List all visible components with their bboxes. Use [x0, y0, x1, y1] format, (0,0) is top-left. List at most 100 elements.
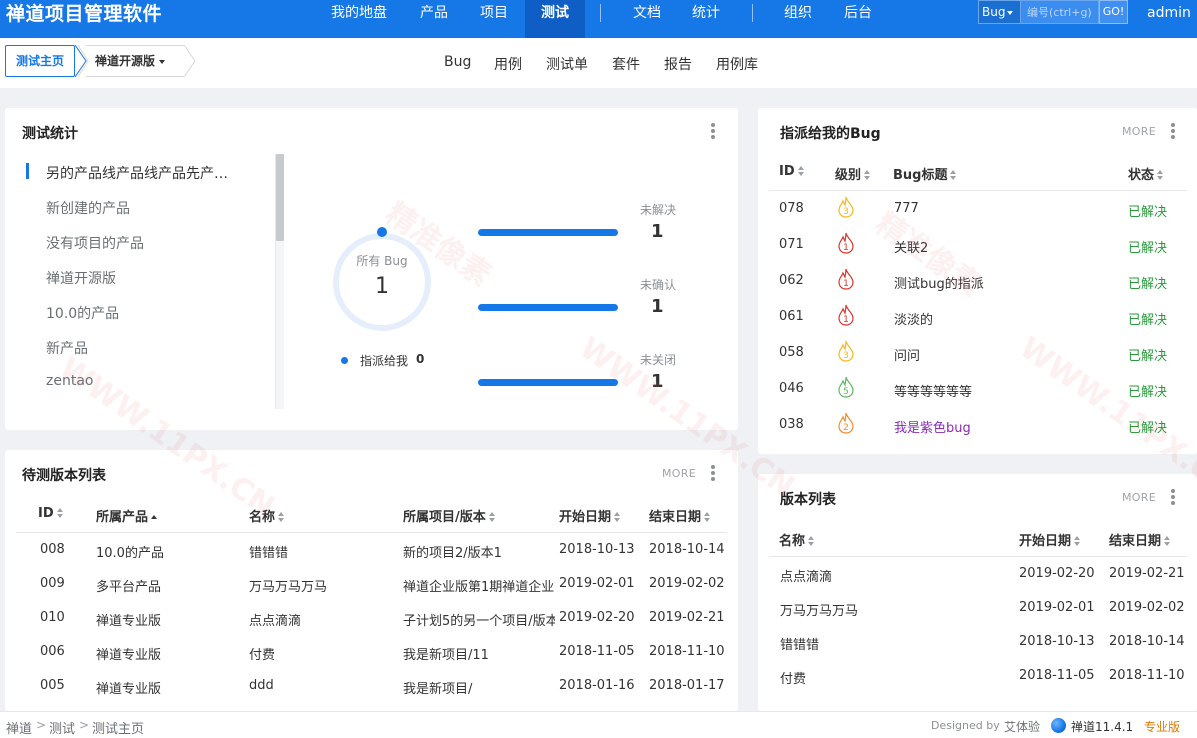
table-cell-link[interactable]: 子计划5的另一个项目/版本: [403, 610, 555, 629]
column-header-project[interactable]: 所属项目/版本: [403, 506, 496, 525]
bug-title-link[interactable]: 等等等等等等: [894, 381, 1114, 400]
crumb-separator-icon: >: [79, 718, 90, 732]
bug-title-link[interactable]: 问问: [894, 345, 1114, 364]
column-header-begin[interactable]: 开始日期: [559, 506, 621, 525]
version-link[interactable]: 禅道11.4.1: [1071, 718, 1133, 735]
product-list-item[interactable]: 10.0的产品: [46, 303, 119, 323]
more-options-icon[interactable]: [1171, 123, 1175, 139]
sort-icon: [704, 512, 711, 523]
product-list-item[interactable]: zentao: [46, 373, 93, 389]
designer-link[interactable]: 艾体验: [1004, 718, 1040, 735]
subnav-bug[interactable]: Bug: [444, 54, 471, 70]
nav-admin[interactable]: 后台: [832, 0, 884, 38]
zentao-logo-icon: [1051, 718, 1066, 733]
search-input[interactable]: [1021, 0, 1099, 24]
search-type-select[interactable]: Bug: [978, 0, 1021, 24]
severity-flame-icon: 1: [838, 304, 854, 326]
table-cell-link[interactable]: 禅道企业版第1期禅道企业: [403, 576, 555, 595]
stat-bar-unresolved: [478, 229, 618, 236]
table-cell-link[interactable]: 点点滴滴: [249, 610, 399, 629]
test-home-tab[interactable]: 测试主页: [5, 45, 75, 77]
column-header-name[interactable]: 名称: [249, 506, 285, 525]
stat-value[interactable]: 1: [651, 221, 664, 242]
column-header-status[interactable]: 状态: [1128, 164, 1164, 183]
column-header-end[interactable]: 结束日期: [1109, 530, 1171, 549]
brand-logo-text[interactable]: 禅道项目管理软件: [6, 2, 162, 26]
column-header-product[interactable]: 所属产品: [96, 506, 158, 525]
nav-doc[interactable]: 文档: [621, 0, 673, 38]
search-type-label: Bug: [982, 5, 1006, 19]
sort-icon: [56, 508, 64, 519]
bug-id: 058: [779, 345, 804, 360]
column-header-title[interactable]: Bug标题: [893, 164, 957, 183]
go-button[interactable]: GO!: [1099, 0, 1128, 24]
nav-divider: [600, 4, 601, 22]
bug-title-link[interactable]: 我是紫色bug: [894, 417, 1114, 436]
subnav-caselib[interactable]: 用例库: [716, 54, 758, 74]
table-cell-link[interactable]: 万马万马万马: [249, 576, 399, 595]
nav-my[interactable]: 我的地盘: [318, 0, 400, 38]
product-list-item[interactable]: 新创建的产品: [46, 198, 130, 218]
more-link[interactable]: MORE: [662, 467, 696, 480]
table-cell-link[interactable]: 新的项目2/版本1: [403, 542, 555, 561]
subnav-suite[interactable]: 套件: [612, 54, 640, 74]
table-cell-link[interactable]: 付费: [249, 644, 399, 663]
product-list-item[interactable]: 新产品: [46, 338, 88, 358]
column-header-name[interactable]: 名称: [779, 530, 815, 549]
more-options-icon[interactable]: [711, 123, 715, 139]
build-name-link[interactable]: 点点滴滴: [780, 566, 832, 585]
subnav-case[interactable]: 用例: [494, 54, 522, 74]
nav-product[interactable]: 产品: [408, 0, 460, 38]
table-cell: 006: [40, 644, 65, 659]
stat-value[interactable]: 1: [651, 371, 664, 392]
table-cell: 多平台产品: [96, 580, 162, 595]
footer-crumb[interactable]: 禅道: [6, 718, 32, 737]
table-cell-link[interactable]: 我是新项目/: [403, 678, 555, 697]
build-name-link[interactable]: 错错错: [780, 634, 819, 653]
more-link[interactable]: MORE: [1122, 491, 1156, 504]
subnav-testtask[interactable]: 测试单: [546, 54, 588, 74]
bug-title-link[interactable]: 淡淡的: [894, 309, 1114, 328]
build-name-link[interactable]: 万马万马万马: [780, 600, 858, 619]
nav-test[interactable]: 测试: [525, 0, 585, 38]
bug-title-link[interactable]: 测试bug的指派: [894, 273, 1114, 292]
nav-report[interactable]: 统计: [680, 0, 732, 38]
sort-asc-icon: [151, 512, 158, 523]
table-cell-link[interactable]: 我是新项目/11: [403, 644, 555, 663]
more-options-icon[interactable]: [711, 465, 715, 481]
edition-label: 专业版: [1144, 720, 1181, 734]
table-cell-link[interactable]: ddd: [249, 678, 399, 693]
table-cell: 2018-11-05: [1019, 668, 1095, 683]
status-badge: 已解决: [1128, 421, 1168, 436]
column-header-id[interactable]: ID: [38, 506, 64, 521]
user-menu[interactable]: admin: [1147, 0, 1191, 26]
more-options-icon[interactable]: [1171, 489, 1175, 505]
build-name-link[interactable]: 付费: [780, 668, 806, 687]
column-header-severity[interactable]: 级别: [835, 164, 871, 183]
column-header-id[interactable]: ID: [779, 164, 805, 179]
bug-title-link[interactable]: 关联2: [894, 237, 1114, 256]
subnav-report[interactable]: 报告: [664, 54, 692, 74]
table-cell-link[interactable]: 错错错: [249, 542, 399, 561]
table-cell: 2019-02-02: [1109, 600, 1185, 615]
table-cell: 2018-11-10: [649, 644, 725, 659]
column-header-begin[interactable]: 开始日期: [1019, 530, 1081, 549]
sort-icon: [864, 170, 871, 181]
product-list-item[interactable]: 另的产品线产品线产品先产…: [46, 163, 228, 183]
stat-value[interactable]: 1: [651, 296, 664, 317]
product-switcher[interactable]: 禅道开源版: [86, 45, 184, 77]
panel-title: 待测版本列表: [22, 468, 106, 484]
column-header-end[interactable]: 结束日期: [649, 506, 711, 525]
table-header-divider: [16, 532, 727, 533]
scrollbar-thumb[interactable]: [276, 154, 284, 241]
more-link[interactable]: MORE: [1122, 125, 1156, 138]
product-list-item[interactable]: 没有项目的产品: [46, 233, 144, 253]
nav-company[interactable]: 组织: [772, 0, 824, 38]
svg-text:2: 2: [843, 423, 849, 433]
bug-title-link[interactable]: 777: [894, 201, 1114, 216]
product-list-item[interactable]: 禅道开源版: [46, 268, 116, 288]
severity-flame-icon: 1: [838, 232, 854, 254]
sort-icon: [950, 170, 957, 181]
footer-crumb[interactable]: 测试: [49, 718, 75, 737]
nav-project[interactable]: 项目: [468, 0, 520, 38]
